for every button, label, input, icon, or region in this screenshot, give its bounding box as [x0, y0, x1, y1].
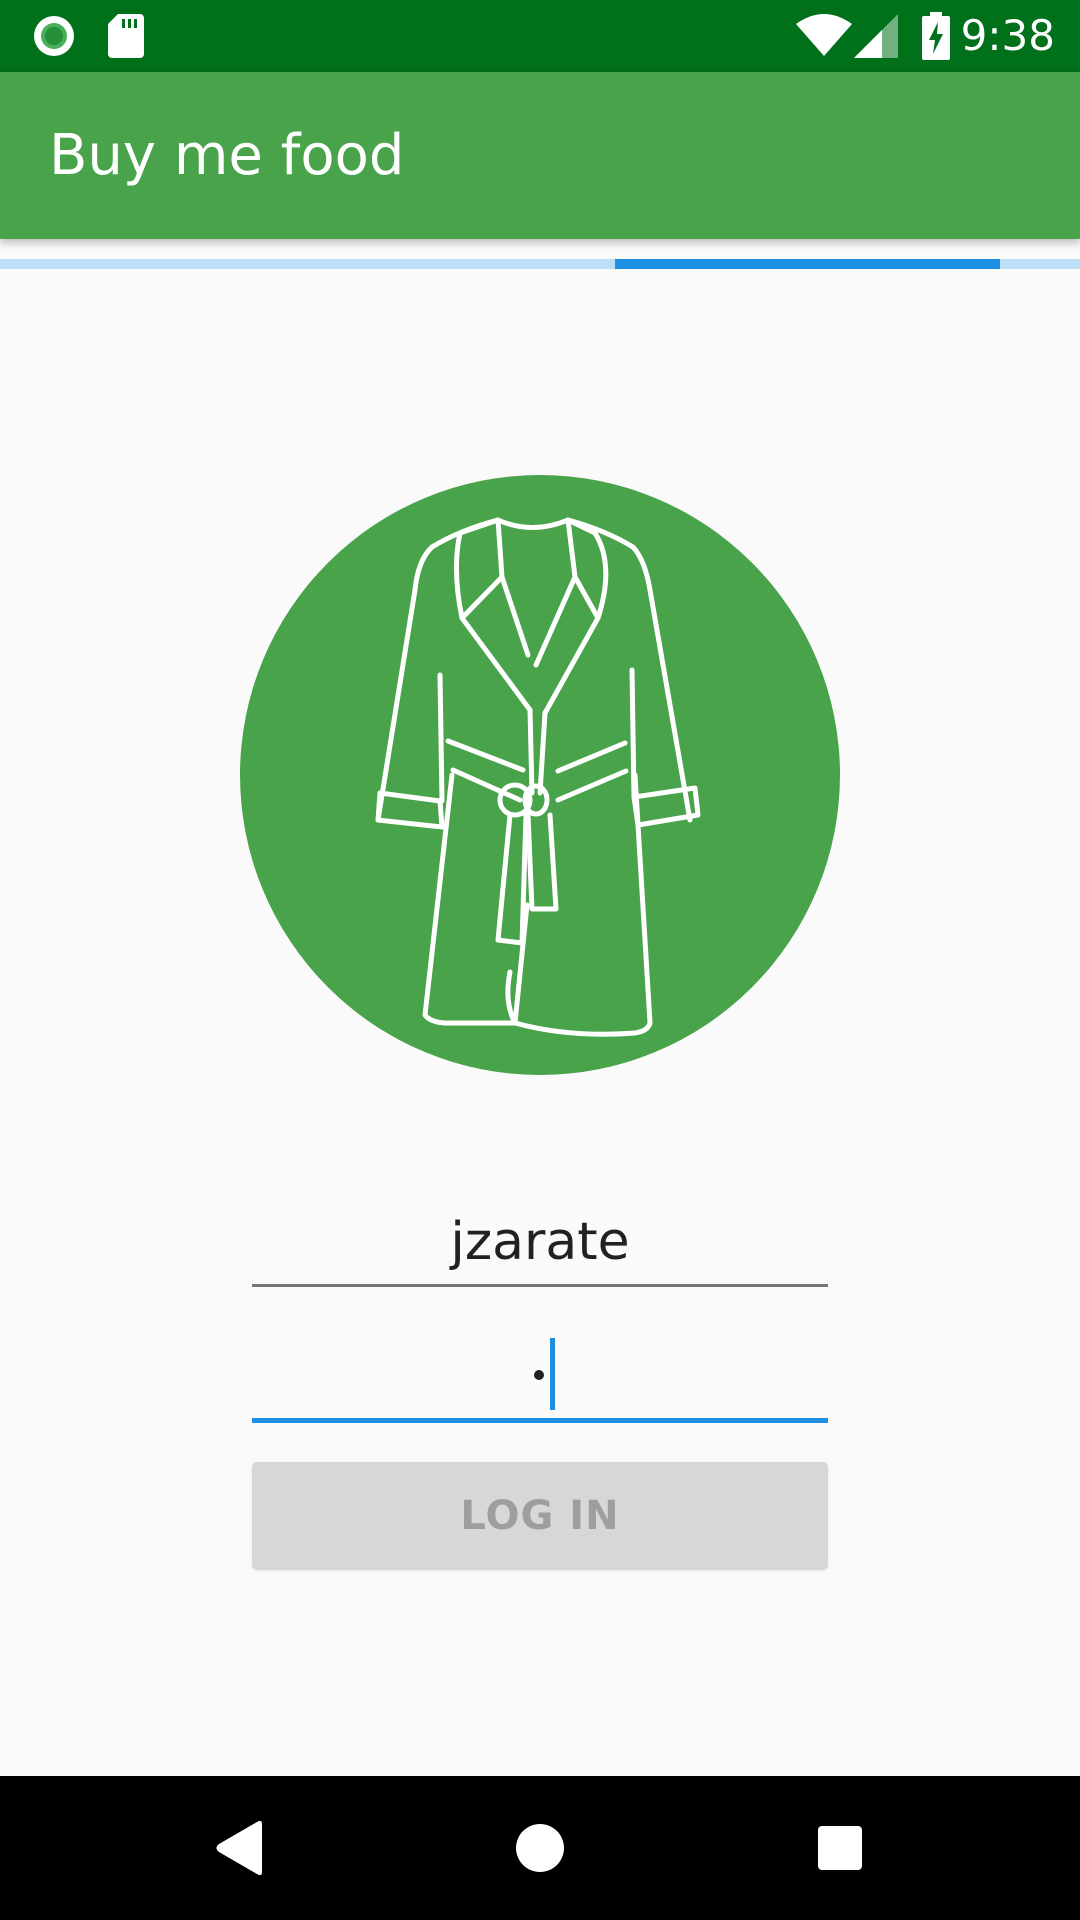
recents-icon[interactable] [790, 1798, 890, 1898]
login-button-label: LOG IN [460, 1493, 620, 1539]
signal-icon [854, 14, 898, 63]
home-icon[interactable] [490, 1798, 590, 1898]
username-value: jzarate [450, 1212, 630, 1272]
status-clock: 9:38 [960, 11, 1055, 60]
username-field[interactable]: jzarate [252, 1200, 828, 1287]
password-mask-dot [534, 1370, 544, 1380]
avatar [240, 475, 840, 1075]
app-bar: Buy me food [0, 72, 1080, 239]
back-icon[interactable] [190, 1798, 290, 1898]
password-field[interactable] [252, 1330, 828, 1423]
status-bar: 9:38 [0, 0, 1080, 72]
battery-charging-icon [922, 12, 950, 65]
text-caret [550, 1338, 555, 1410]
wifi-icon [796, 14, 852, 63]
app-title: Buy me food [49, 123, 405, 188]
login-button[interactable]: LOG IN [252, 1462, 828, 1570]
bathrobe-icon [375, 517, 701, 1037]
progress-indicator [615, 259, 1000, 269]
progress-track [0, 259, 1080, 269]
navigation-bar [0, 1776, 1080, 1920]
record-icon [32, 14, 76, 63]
sd-card-icon [108, 14, 144, 63]
